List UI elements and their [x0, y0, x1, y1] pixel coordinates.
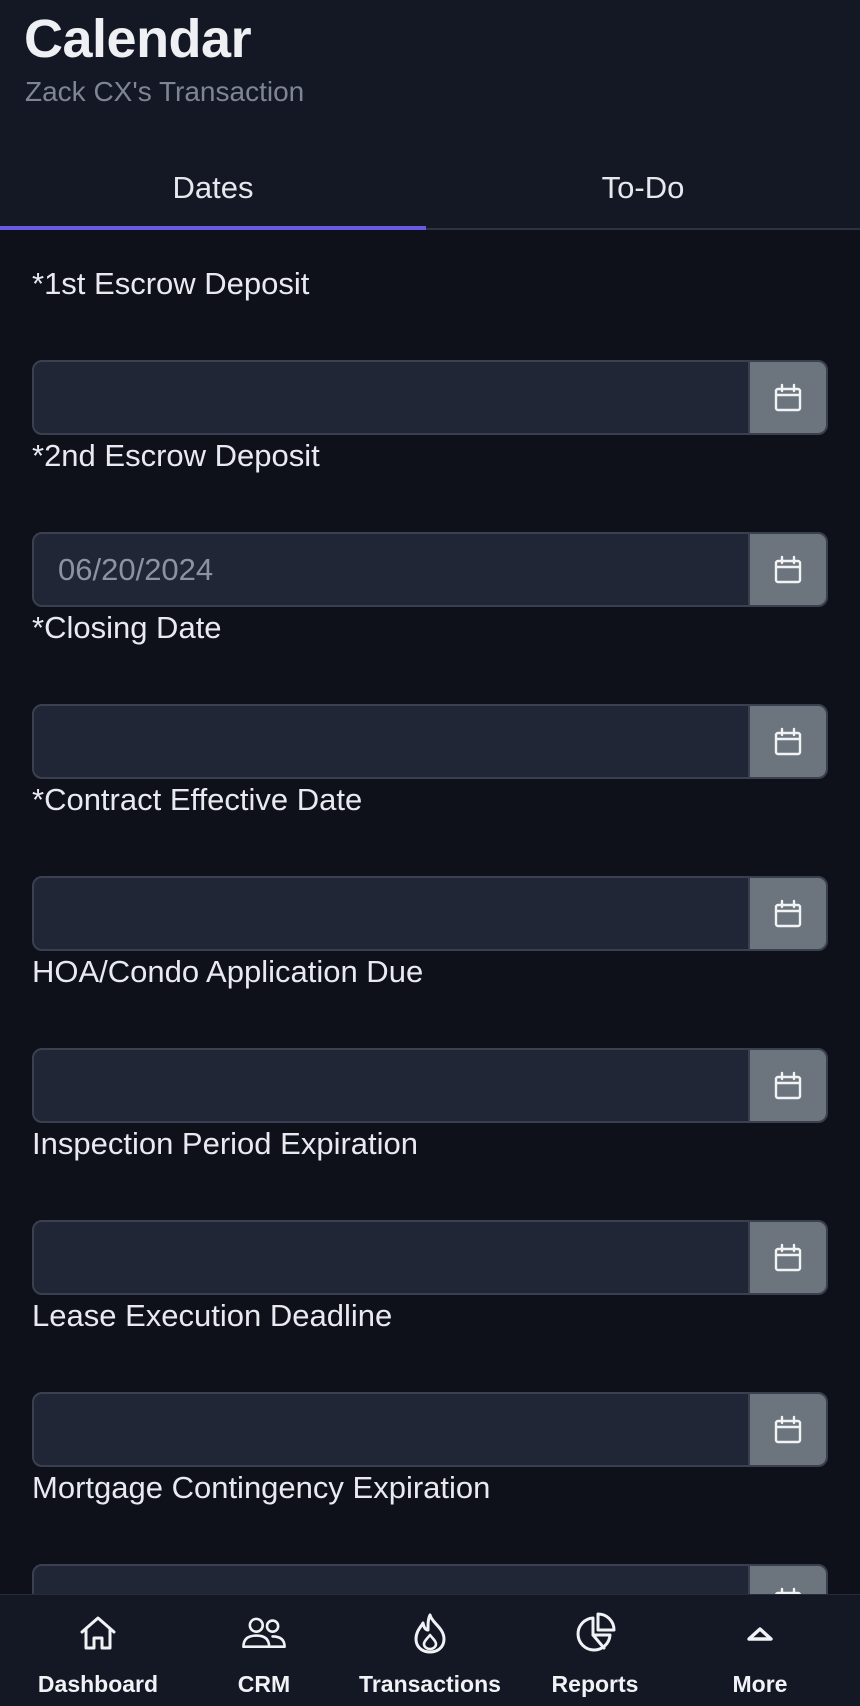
nav-label: Dashboard — [37, 1671, 159, 1697]
calendar-button[interactable] — [748, 878, 826, 949]
nav-dashboard[interactable]: Dashboard — [12, 1595, 184, 1706]
date-input[interactable] — [34, 1222, 750, 1293]
field-label: *Closing Date — [32, 610, 222, 645]
field-label: Mortgage Contingency Expiration — [32, 1470, 491, 1505]
nav-label: Reports — [551, 1671, 639, 1697]
date-input-group — [32, 532, 828, 607]
home-icon — [80, 1616, 116, 1650]
field-label: *2nd Escrow Deposit — [32, 438, 320, 473]
date-input-group — [32, 876, 828, 951]
field-label: HOA/Condo Application Due — [32, 954, 424, 989]
nav-transactions[interactable]: Transactions — [344, 1595, 516, 1706]
field-label: Lease Execution Deadline — [32, 1298, 393, 1333]
field-label: Inspection Period Expiration — [32, 1126, 419, 1161]
calendar-button[interactable] — [748, 534, 826, 605]
calendar-button[interactable] — [748, 1050, 826, 1121]
calendar-icon — [774, 727, 802, 755]
field-label: *1st Escrow Deposit — [32, 266, 310, 301]
flame-icon — [414, 1613, 446, 1654]
date-input-group — [32, 1048, 828, 1123]
date-input[interactable] — [34, 706, 750, 777]
date-input[interactable] — [34, 534, 750, 605]
nav-crm[interactable]: CRM — [178, 1595, 350, 1706]
date-input[interactable] — [34, 362, 750, 433]
date-input-group — [32, 1220, 828, 1295]
tab-dates[interactable]: Dates — [0, 130, 426, 230]
calendar-button[interactable] — [748, 706, 826, 777]
tab-bar: Dates To-Do — [0, 130, 860, 230]
calendar-button[interactable] — [748, 1222, 826, 1293]
nav-reports[interactable]: Reports — [509, 1595, 681, 1706]
calendar-icon — [774, 1071, 802, 1099]
page-subtitle: Zack CX's Transaction — [25, 76, 305, 107]
date-input[interactable] — [34, 878, 750, 949]
chevron-up-icon — [747, 1627, 773, 1641]
active-tab-indicator — [0, 226, 426, 230]
tab-to-do[interactable]: To-Do — [430, 130, 856, 230]
calendar-button[interactable] — [748, 1394, 826, 1465]
date-input[interactable] — [34, 1050, 750, 1121]
calendar-icon — [774, 899, 802, 927]
date-input-group — [32, 704, 828, 779]
calendar-icon — [774, 555, 802, 583]
calendar-icon — [774, 1415, 802, 1443]
date-input-group — [32, 360, 828, 435]
pie-chart-icon — [576, 1612, 616, 1652]
users-icon — [242, 1617, 286, 1648]
nav-label: CRM — [237, 1671, 291, 1697]
field-label: *Contract Effective Date — [32, 782, 363, 817]
calendar-icon — [774, 383, 802, 411]
calendar-button[interactable] — [748, 362, 826, 433]
app-root: Calendar Zack CX's Transaction Dates To-… — [0, 0, 860, 1706]
date-input-group — [32, 1392, 828, 1467]
nav-more[interactable]: More — [674, 1595, 846, 1706]
page-header: Calendar Zack CX's Transaction — [0, 0, 860, 130]
nav-label: More — [732, 1671, 788, 1697]
date-input[interactable] — [34, 1394, 750, 1465]
nav-label: Transactions — [359, 1671, 501, 1697]
calendar-icon — [774, 1243, 802, 1271]
bottom-nav: Dashboard CRM Transactions Reports More — [0, 1594, 860, 1706]
page-title: Calendar — [24, 9, 252, 69]
